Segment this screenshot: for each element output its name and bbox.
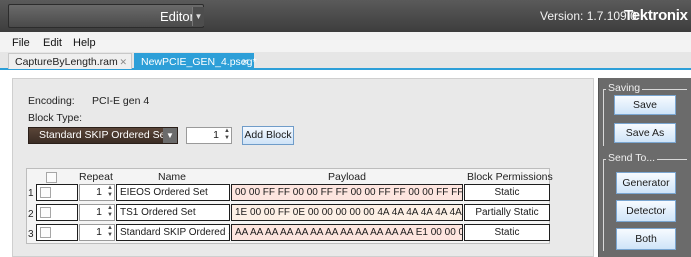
row-checkbox[interactable]	[40, 187, 51, 198]
menu-bar: File Edit Help	[0, 32, 691, 52]
save-button[interactable]: Save	[614, 95, 676, 115]
row-payload[interactable]: AA AA AA AA AA AA AA AA AA AA AA AA E1 0…	[231, 224, 463, 241]
send-to-group-label: Send To...	[606, 152, 658, 164]
row-name[interactable]: EIEOS Ordered Set	[116, 184, 230, 201]
save-as-button[interactable]: Save As	[614, 123, 676, 143]
repeat-stepper[interactable]: 1 ▲ ▼	[79, 204, 115, 221]
spinner-arrows-icon[interactable]: ▲ ▼	[107, 225, 113, 239]
detector-button[interactable]: Detector	[616, 200, 676, 222]
block-count-value: 1	[213, 129, 219, 141]
close-icon[interactable]: ✕	[241, 54, 249, 70]
column-header-name: Name	[158, 171, 187, 183]
row-number: 1	[28, 188, 34, 199]
tab-label: CaptureByLength.ram	[15, 56, 118, 68]
column-header-permissions: Block Permissions	[467, 171, 553, 183]
row-checkbox[interactable]	[40, 207, 51, 218]
repeat-value: 1	[96, 206, 102, 218]
column-header-repeat: Repeat	[79, 171, 113, 183]
spinner-arrows-icon[interactable]: ▲ ▼	[107, 205, 113, 219]
brand-logo: Tektronix	[624, 7, 688, 24]
row-number: 3	[28, 229, 34, 240]
row-permissions[interactable]: Static	[464, 184, 550, 201]
block-type-value: Standard SKIP Ordered Set	[39, 129, 169, 141]
block-type-label: Block Type:	[28, 112, 83, 124]
close-icon[interactable]: ✕	[119, 54, 127, 70]
repeat-value: 1	[96, 226, 102, 238]
saving-group-label: Saving	[606, 82, 643, 94]
encoding-label: Encoding:	[28, 95, 75, 107]
spinner-arrows-icon[interactable]: ▲ ▼	[224, 128, 230, 142]
editor-title: Editor	[160, 9, 194, 24]
block-count-stepper[interactable]: 1 ▲ ▼	[186, 127, 232, 144]
generator-button[interactable]: Generator	[616, 172, 676, 194]
menu-edit[interactable]: Edit	[43, 37, 62, 49]
tab-capturebylength[interactable]: CaptureByLength.ram ✕	[8, 53, 132, 69]
chevron-down-icon[interactable]: ▼	[192, 7, 204, 26]
row-checkbox[interactable]	[40, 227, 51, 238]
row-permissions[interactable]: Static	[464, 224, 550, 241]
repeat-stepper[interactable]: 1 ▲ ▼	[79, 224, 115, 241]
spinner-arrows-icon[interactable]: ▲ ▼	[107, 185, 113, 199]
row-permissions[interactable]: Partially Static	[464, 204, 550, 221]
row-number: 2	[28, 209, 34, 220]
tab-newpcie[interactable]: NewPCIE_GEN_4.pseg* ✕	[134, 53, 257, 70]
row-name[interactable]: Standard SKIP Ordered Set	[116, 224, 230, 241]
chevron-down-icon[interactable]: ▼	[163, 128, 177, 143]
encoding-value: PCI-E gen 4	[92, 95, 150, 107]
both-button[interactable]: Both	[616, 228, 676, 250]
tab-bar: CaptureByLength.ram ✕ NewPCIE_GEN_4.pseg…	[0, 52, 691, 70]
row-name[interactable]: TS1 Ordered Set	[116, 204, 230, 221]
menu-file[interactable]: File	[12, 37, 30, 49]
column-header-payload: Payload	[328, 171, 366, 183]
row-payload[interactable]: 00 00 FF FF 00 00 FF FF 00 00 FF FF 00 0…	[231, 184, 463, 201]
tab-label: NewPCIE_GEN_4.pseg*	[141, 56, 257, 68]
version-label: Version: 1.7.109.0	[540, 9, 637, 23]
title-bar: Editor ▼ Version: 1.7.109.0 Tektronix	[0, 0, 691, 32]
repeat-stepper[interactable]: 1 ▲ ▼	[79, 184, 115, 201]
repeat-value: 1	[96, 186, 102, 198]
block-type-dropdown[interactable]: Standard SKIP Ordered Set ▼	[28, 127, 178, 144]
row-payload[interactable]: 1E 00 00 FF 0E 00 00 00 00 00 4A 4A 4A 4…	[231, 204, 463, 221]
menu-help[interactable]: Help	[73, 37, 96, 49]
select-all-checkbox[interactable]	[46, 172, 57, 183]
add-block-button[interactable]: Add Block	[242, 126, 294, 145]
